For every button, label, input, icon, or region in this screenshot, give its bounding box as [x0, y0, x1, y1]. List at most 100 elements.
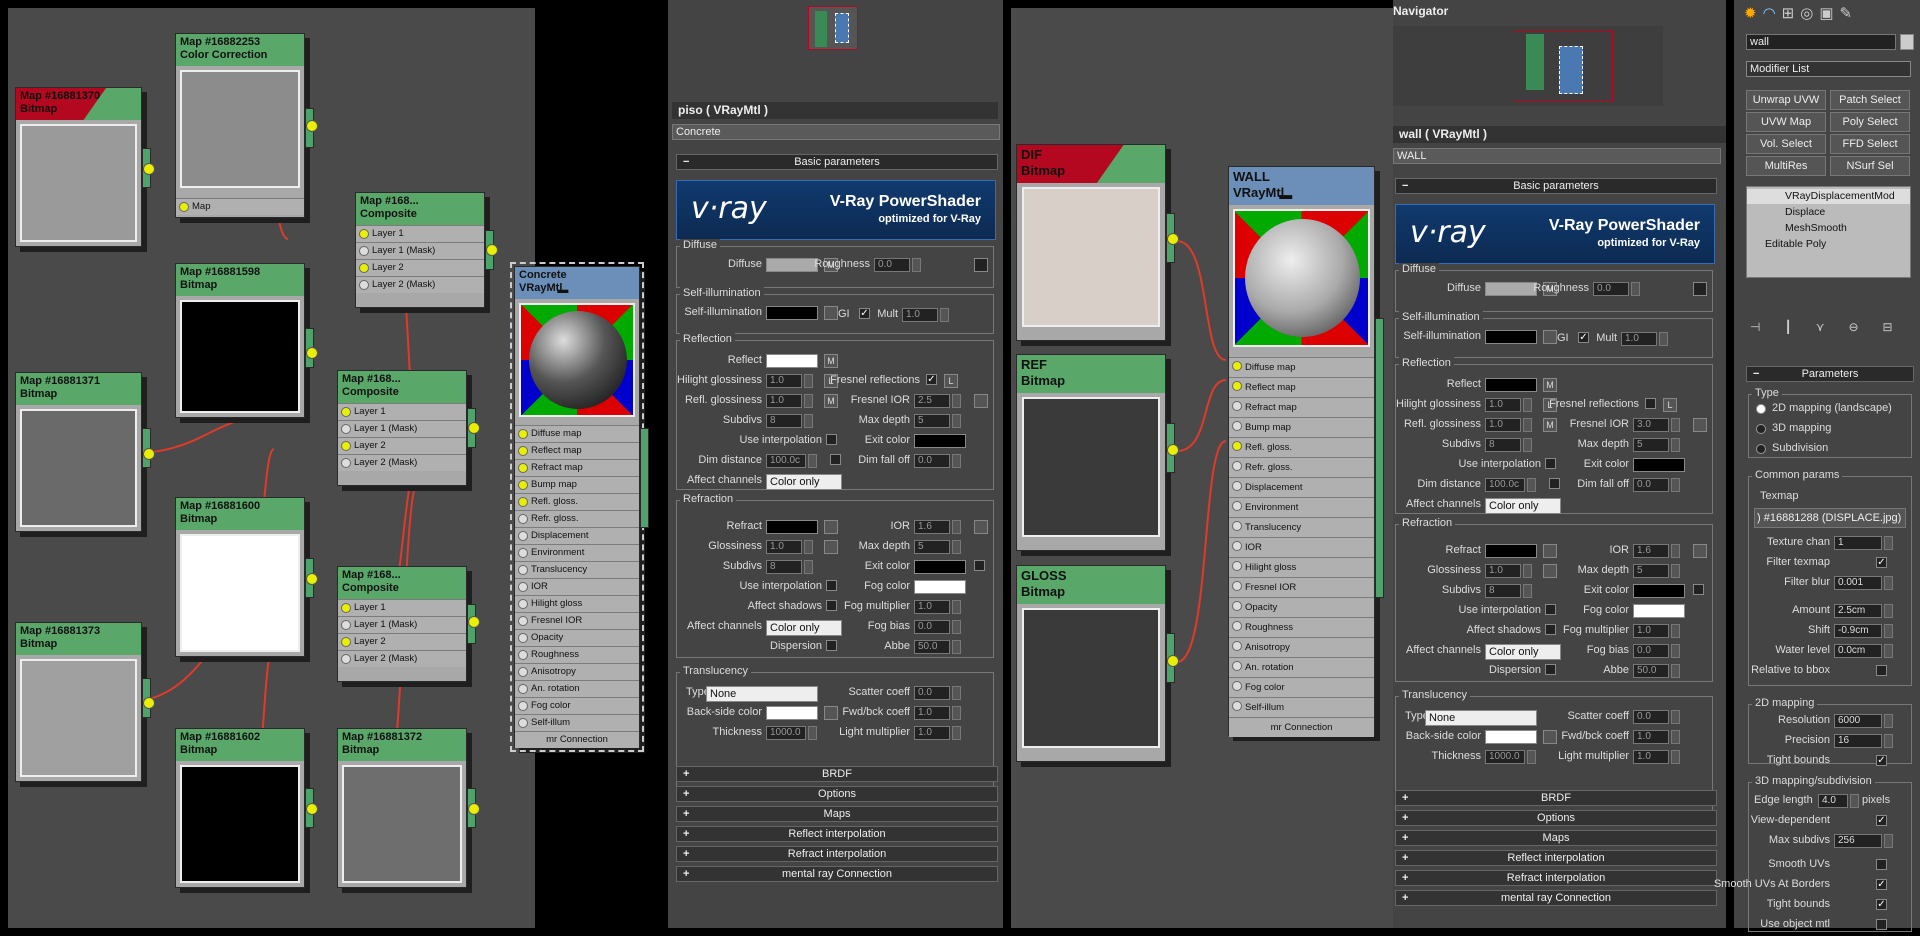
subdivs_v-input[interactable]: 8	[1485, 438, 1521, 452]
num-element[interactable]: 16	[1834, 734, 1882, 748]
checkbox[interactable]	[830, 454, 841, 465]
modifier-button[interactable]: Poly Select	[1830, 112, 1910, 132]
cb-element[interactable]	[1876, 859, 1887, 870]
material-name-field[interactable]: Concrete	[672, 124, 1000, 140]
abbe_v-input[interactable]: 50.0	[914, 640, 950, 654]
output-socket[interactable]	[143, 163, 155, 175]
rollout-refract-interpolation[interactable]: + Refract interpolation	[1395, 870, 1717, 886]
modifier-button[interactable]: MultiRes	[1746, 156, 1826, 176]
map-16881598-node[interactable]: Map #16881598 Bitmap	[175, 263, 305, 418]
checkbox[interactable]	[826, 640, 837, 651]
mr-connection-slot[interactable]: mr Connection	[515, 731, 639, 748]
num-element[interactable]: 256	[1834, 834, 1882, 848]
type_v-dropdown[interactable]: None	[706, 686, 818, 702]
slot-translucency[interactable]: Translucency	[1229, 517, 1374, 537]
roughness_v-input[interactable]: 0.0	[1593, 282, 1629, 296]
slot-roughness[interactable]: Roughness	[515, 646, 639, 663]
num-element[interactable]: 4.0	[1818, 794, 1848, 808]
configure-icon[interactable]: ⊟	[1883, 320, 1893, 338]
basic-parameters-rollout[interactable]: − Basic parameters	[676, 154, 998, 170]
affect_v-dropdown[interactable]: Color only	[1485, 644, 1561, 660]
affect_v-dropdown[interactable]: Color only	[1485, 498, 1561, 514]
rollout-reflect-interpolation[interactable]: + Reflect interpolation	[1395, 850, 1717, 866]
slot-an-rotation[interactable]: An. rotation	[1229, 657, 1374, 677]
mr-connection-slot[interactable]: mr Connection	[1229, 717, 1374, 737]
slot-opacity[interactable]: Opacity	[1229, 597, 1374, 617]
slot-opacity[interactable]: Opacity	[515, 629, 639, 646]
slot-an-rotation[interactable]: An. rotation	[515, 680, 639, 697]
rollout-mental-ray-connection[interactable]: + mental ray Connection	[676, 866, 998, 882]
num-element[interactable]: 6000	[1834, 714, 1882, 728]
composite-node-1[interactable]: Map #168... Composite Layer 1 Layer 1 (Ma…	[355, 192, 485, 308]
material-name-field[interactable]: WALL	[1393, 148, 1721, 164]
map-button[interactable]	[1543, 330, 1557, 344]
slot-translucency[interactable]: Translucency	[515, 561, 639, 578]
glossiness_v-input[interactable]: 1.0	[766, 540, 802, 554]
color-swatch[interactable]	[766, 258, 818, 272]
slot-diffuse-map[interactable]: Diffuse map	[515, 425, 639, 442]
map-16881370-node[interactable]: Map #16881370 Bitmap	[15, 87, 142, 247]
map-button[interactable]: M	[824, 394, 838, 408]
affect_v-dropdown[interactable]: Color only	[766, 474, 842, 490]
num-element[interactable]: 0.0cm	[1834, 644, 1882, 658]
slot-anisotropy[interactable]: Anisotropy	[515, 663, 639, 680]
slot-ior[interactable]: IOR	[1229, 537, 1374, 557]
cb-element[interactable]	[1876, 919, 1887, 930]
motion-icon[interactable]: ◎	[1800, 4, 1813, 26]
affect_v-dropdown[interactable]: Color only	[766, 620, 842, 636]
map-button[interactable]: L	[1663, 398, 1677, 412]
modifier-stack[interactable]: VRayDisplacementMod Displace MeshSmooth Edi…	[1746, 186, 1911, 278]
map-button[interactable]: M	[1543, 378, 1557, 392]
slot-displacement[interactable]: Displacement	[515, 527, 639, 544]
type_v-dropdown[interactable]: None	[1425, 710, 1537, 726]
slot-bump-map[interactable]: Bump map	[1229, 417, 1374, 437]
modifier-button[interactable]: NSurf Sel	[1830, 156, 1910, 176]
dimdist_v-input[interactable]: 100.0c	[766, 454, 806, 468]
map-button[interactable]	[1543, 730, 1557, 744]
slot-fog-color[interactable]: Fog color	[515, 697, 639, 714]
cb-element[interactable]: ✓	[1876, 557, 1887, 568]
color-swatch[interactable]	[1485, 544, 1537, 558]
modifier-button[interactable]: FFD Select	[1830, 134, 1910, 154]
slot-fresnel-ior[interactable]: Fresnel IOR	[515, 612, 639, 629]
map-button[interactable]	[824, 520, 838, 534]
ior_v-input[interactable]: 1.6	[914, 520, 950, 534]
type-radio[interactable]	[1756, 424, 1766, 434]
checkbox[interactable]: ✓	[859, 308, 870, 319]
color-swatch[interactable]	[1485, 330, 1537, 344]
slot-hilight-gloss[interactable]: Hilight gloss	[515, 595, 639, 612]
roughness_v-input[interactable]: 0.0	[874, 258, 910, 272]
subdivs_v-input[interactable]: 8	[1485, 584, 1521, 598]
slot-self-illum[interactable]: Self-illum	[515, 714, 639, 731]
maxdepth_v-input[interactable]: 5	[914, 414, 950, 428]
wall-vraymtl-node[interactable]: WALL VRayMtl▬ Diffuse map Reflect map Refra…	[1228, 166, 1375, 737]
color-swatch[interactable]	[914, 580, 966, 594]
slot-refr-gloss-[interactable]: Refr. gloss.	[1229, 457, 1374, 477]
checkbox[interactable]	[1549, 478, 1560, 489]
color-swatch[interactable]	[1633, 458, 1685, 472]
modify-icon[interactable]: ◠	[1763, 4, 1776, 26]
slot-refl-gloss-[interactable]: Refl. gloss.	[1229, 437, 1374, 457]
checkbox[interactable]	[1645, 398, 1656, 409]
stack-item[interactable]: MeshSmooth	[1747, 221, 1910, 236]
map-16881371-node[interactable]: Map #16881371 Bitmap	[15, 372, 142, 532]
slot-displacement[interactable]: Displacement	[1229, 477, 1374, 497]
mult_v-input[interactable]: 1.0	[902, 308, 938, 322]
slot-fog-color[interactable]: Fog color	[1229, 677, 1374, 697]
display-icon[interactable]: ▣	[1819, 4, 1833, 26]
slot-diffuse-map[interactable]: Diffuse map	[1229, 357, 1374, 377]
num-element[interactable]: 0.001	[1834, 576, 1882, 590]
modifier-button[interactable]: Unwrap UVW	[1746, 90, 1826, 110]
fogmult_v-input[interactable]: 1.0	[914, 600, 950, 614]
slot-bump-map[interactable]: Bump map	[515, 476, 639, 493]
maxdepth_v-input[interactable]: 5	[1633, 564, 1669, 578]
cb-element[interactable]	[1876, 665, 1887, 676]
thickness_v-input[interactable]: 1000.0	[1485, 750, 1525, 764]
utilities-icon[interactable]: ✎	[1840, 4, 1853, 26]
fresnel_ior_v_wall-input[interactable]: 3.0	[1633, 418, 1669, 432]
concrete-vraymtl-node[interactable]: Concrete VRayMtl▬ Diffuse map Reflect map R…	[510, 262, 644, 752]
right-node-graph[interactable]: DIF Bitmap REF Bitmap GLOSS Bitmap WALL VRay…	[1011, 8, 1393, 928]
map-button[interactable]	[974, 520, 988, 534]
rollout-reflect-interpolation[interactable]: + Reflect interpolation	[676, 826, 998, 842]
map-button[interactable]	[1543, 564, 1557, 578]
